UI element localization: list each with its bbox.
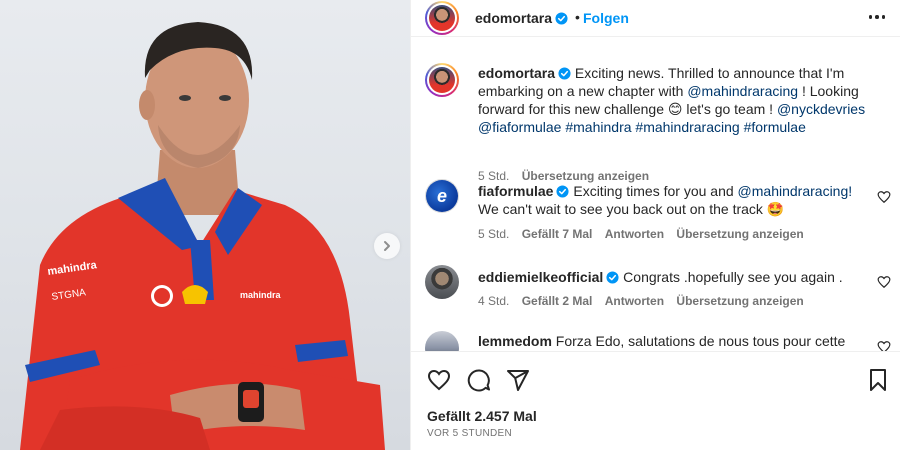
comments-list[interactable]: edomortara Exciting news. Thrilled to an… [411,36,900,352]
heart-icon[interactable] [427,368,451,392]
caption-avatar[interactable] [425,63,459,97]
comment-meta: 5 Std. Gefällt 7 Mal Antworten Übersetzu… [478,227,813,241]
comment-meta: 4 Std. Gefällt 2 Mal Antworten Übersetzu… [478,294,813,308]
caption-mention-fiaformulae[interactable]: @fiaformulae [478,119,561,135]
more-options-icon[interactable] [867,8,887,26]
comment-time[interactable]: 5 Std. [478,227,509,241]
comment-likes[interactable]: Gefällt 7 Mal [522,227,593,241]
caption-text: edomortara Exciting news. Thrilled to an… [478,64,868,136]
post-header: edomortara • Folgen [411,0,900,36]
post-actions-bar [411,356,900,400]
caption-hashtag-formulae[interactable]: #formulae [744,119,806,135]
caption-hashtag-mahindraracing[interactable]: #mahindraracing [635,119,739,135]
comment-mention[interactable]: @mahindraracing! [738,183,853,199]
verified-badge-icon [556,185,570,198]
comment-text: eddiemielkeofficial Congrats .hopefully … [478,268,868,286]
comment-translate-button[interactable]: Übersetzung anzeigen [676,227,803,241]
verified-badge-icon [555,12,568,25]
share-icon[interactable] [506,368,530,392]
commenter-avatar[interactable] [425,331,459,351]
comment-body-1: Exciting times for you and [569,183,738,199]
like-count[interactable]: Gefällt 2.457 Mal [427,408,537,424]
caption-time[interactable]: 5 Std. [478,169,509,183]
caption-hashtag-mahindra[interactable]: #mahindra [565,119,631,135]
comment-username[interactable]: lemmedom [478,333,552,349]
comment-body: Forza Edo, salutations de nous tous pour… [551,333,846,349]
comment-likes[interactable]: Gefällt 2 Mal [522,294,593,308]
heart-icon[interactable] [877,275,891,289]
post-photo: mahindra STGNA mahindra [0,0,410,450]
heart-icon[interactable] [877,190,891,204]
caption-mention-nyckdevries[interactable]: @nyckdevries [777,101,865,117]
author-username[interactable]: edomortara [475,10,552,26]
comment-text: fiaformulae Exciting times for you and @… [478,182,868,218]
caption-translate-button[interactable]: Übersetzung anzeigen [522,169,649,183]
verified-badge-icon [558,67,571,80]
next-photo-button[interactable] [374,233,400,259]
chevron-right-icon [384,241,390,251]
bookmark-icon[interactable] [866,368,890,392]
comment-body-2: We can't wait to see you back out on the… [478,201,785,217]
comment-body: Congrats .hopefully see you again . [619,269,843,285]
comment-username[interactable]: eddiemielkeofficial [478,269,603,285]
author-avatar[interactable] [425,1,459,35]
post-side-panel: edomortara • Folgen edomortara Exciting … [410,0,900,450]
caption-mention-mahindraracing[interactable]: @mahindraracing [687,83,798,99]
heart-icon[interactable] [877,340,891,352]
post-timestamp[interactable]: VOR 5 STUNDEN [427,428,512,439]
comment-reply-button[interactable]: Antworten [605,227,664,241]
caption-meta: 5 Std. Übersetzung anzeigen [478,169,658,183]
comment-username[interactable]: fiaformulae [478,183,553,199]
commenter-avatar[interactable]: e [425,179,459,213]
svg-text:mahindra: mahindra [240,290,282,300]
comment-reply-button[interactable]: Antworten [605,294,664,308]
comment-translate-button[interactable]: Übersetzung anzeigen [676,294,803,308]
verified-badge-icon [606,271,619,284]
comment-time[interactable]: 4 Std. [478,294,509,308]
photo-illustration: mahindra STGNA mahindra [20,22,385,450]
caption-username[interactable]: edomortara [478,65,555,81]
author-username-wrap[interactable]: edomortara [475,10,568,26]
header-separator: • [575,9,580,25]
comment-text: lemmedom Forza Edo, salutations de nous … [478,332,868,350]
follow-button[interactable]: Folgen [583,10,629,26]
commenter-avatar[interactable] [425,265,459,299]
comment-icon[interactable] [467,368,491,392]
